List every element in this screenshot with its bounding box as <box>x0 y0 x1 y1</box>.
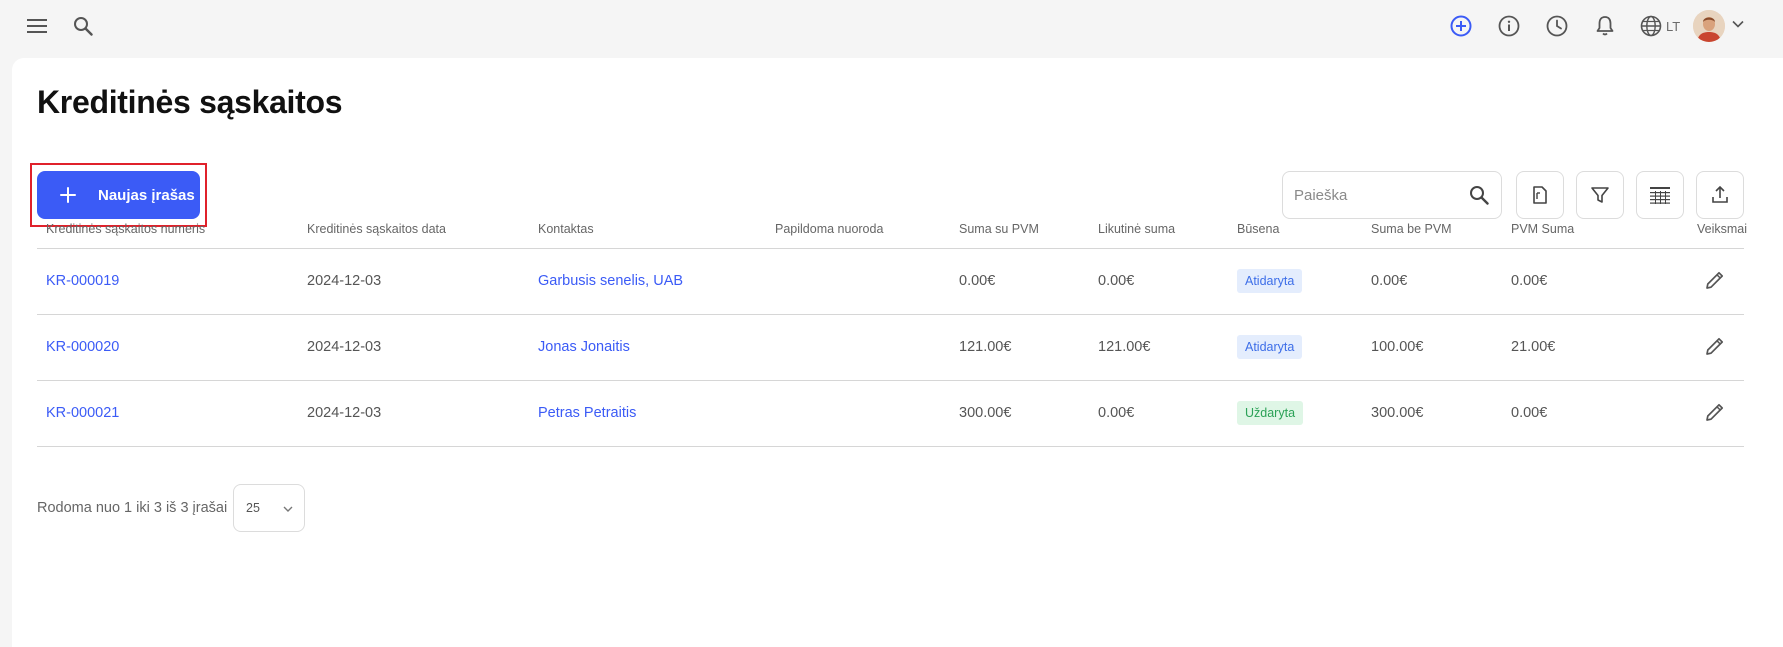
hamburger-menu-icon[interactable] <box>25 14 49 38</box>
status-badge: Atidaryta <box>1237 269 1303 293</box>
contact-link[interactable]: Garbusis senelis, UAB <box>538 273 683 289</box>
page-size-value: 25 <box>246 501 260 515</box>
page-size-select[interactable]: 25 <box>233 484 305 532</box>
page-title: Kreditinės sąskaitos <box>37 84 343 120</box>
column-header-status[interactable]: Būsena <box>1237 222 1279 236</box>
column-header-balance[interactable]: Likutinė suma <box>1098 222 1175 236</box>
pencil-icon[interactable] <box>1703 334 1727 358</box>
vat-value: 0.00€ <box>1511 405 1548 421</box>
avatar[interactable] <box>1693 10 1725 42</box>
total-no-vat-value: 100.00€ <box>1371 339 1424 355</box>
credit-note-number-link[interactable]: KR-000020 <box>46 339 119 355</box>
column-header-contact[interactable]: Kontaktas <box>538 222 594 236</box>
chevron-down-icon <box>282 503 294 518</box>
pencil-icon[interactable] <box>1703 268 1727 292</box>
status-badge: Uždaryta <box>1237 401 1304 425</box>
column-header-total-no-vat[interactable]: Suma be PVM <box>1371 222 1452 236</box>
balance-value: 0.00€ <box>1098 273 1135 289</box>
column-header-total-vat[interactable]: Suma su PVM <box>959 222 1039 236</box>
pencil-icon[interactable] <box>1703 400 1727 424</box>
contact-link[interactable]: Petras Petraitis <box>538 405 636 421</box>
balance-value: 0.00€ <box>1098 405 1135 421</box>
table-header: Kreditinės sąskaitos numeris Kreditinės … <box>37 211 1748 249</box>
search-icon[interactable] <box>71 14 95 38</box>
top-bar: LT <box>0 0 1783 52</box>
table-row[interactable]: KR-000020 2024-12-03 Jonas Jonaitis 121.… <box>37 315 1744 381</box>
table-row[interactable]: KR-000019 2024-12-03 Garbusis senelis, U… <box>37 249 1744 315</box>
info-icon[interactable] <box>1497 14 1521 38</box>
bell-icon[interactable] <box>1593 14 1617 38</box>
globe-icon <box>1640 15 1662 37</box>
pagination-summary: Rodoma nuo 1 iki 3 iš 3 įrašai <box>37 500 228 516</box>
search-input[interactable] <box>1294 186 1454 204</box>
search-icon[interactable] <box>1469 185 1489 210</box>
total-no-vat-value: 0.00€ <box>1371 273 1408 289</box>
credit-note-number-link[interactable]: KR-000021 <box>46 405 119 421</box>
total-vat-value: 121.00€ <box>959 339 1012 355</box>
plus-icon <box>57 184 79 206</box>
column-header-number[interactable]: Kreditinės sąskaitos numeris <box>46 222 205 236</box>
balance-value: 121.00€ <box>1098 339 1151 355</box>
column-header-reference[interactable]: Papildoma nuoroda <box>775 222 883 236</box>
credit-note-date: 2024-12-03 <box>307 405 382 421</box>
total-vat-value: 0.00€ <box>959 273 996 289</box>
add-circle-icon[interactable] <box>1449 14 1473 38</box>
column-header-actions: Veiksmai <box>1697 222 1748 236</box>
clock-icon[interactable] <box>1545 14 1569 38</box>
column-header-vat[interactable]: PVM Suma <box>1511 222 1574 236</box>
table-row[interactable]: KR-000021 2024-12-03 Petras Petraitis 30… <box>37 381 1744 447</box>
chevron-down-icon[interactable] <box>1730 16 1746 37</box>
contact-link[interactable]: Jonas Jonaitis <box>538 339 630 355</box>
column-header-date[interactable]: Kreditinės sąskaitos data <box>307 222 446 236</box>
total-vat-value: 300.00€ <box>959 405 1012 421</box>
new-record-label: Naujas įrašas <box>98 186 195 204</box>
credit-note-date: 2024-12-03 <box>307 273 382 289</box>
vat-value: 0.00€ <box>1511 273 1548 289</box>
credit-note-number-link[interactable]: KR-000019 <box>46 273 119 289</box>
main-content-card: Kreditinės sąskaitos Naujas įrašas Kredi… <box>12 58 1783 647</box>
language-code: LT <box>1666 18 1681 34</box>
vat-value: 21.00€ <box>1511 339 1556 355</box>
language-selector[interactable]: LT <box>1640 13 1680 39</box>
credit-note-date: 2024-12-03 <box>307 339 382 355</box>
total-no-vat-value: 300.00€ <box>1371 405 1424 421</box>
status-badge: Atidaryta <box>1237 335 1303 359</box>
